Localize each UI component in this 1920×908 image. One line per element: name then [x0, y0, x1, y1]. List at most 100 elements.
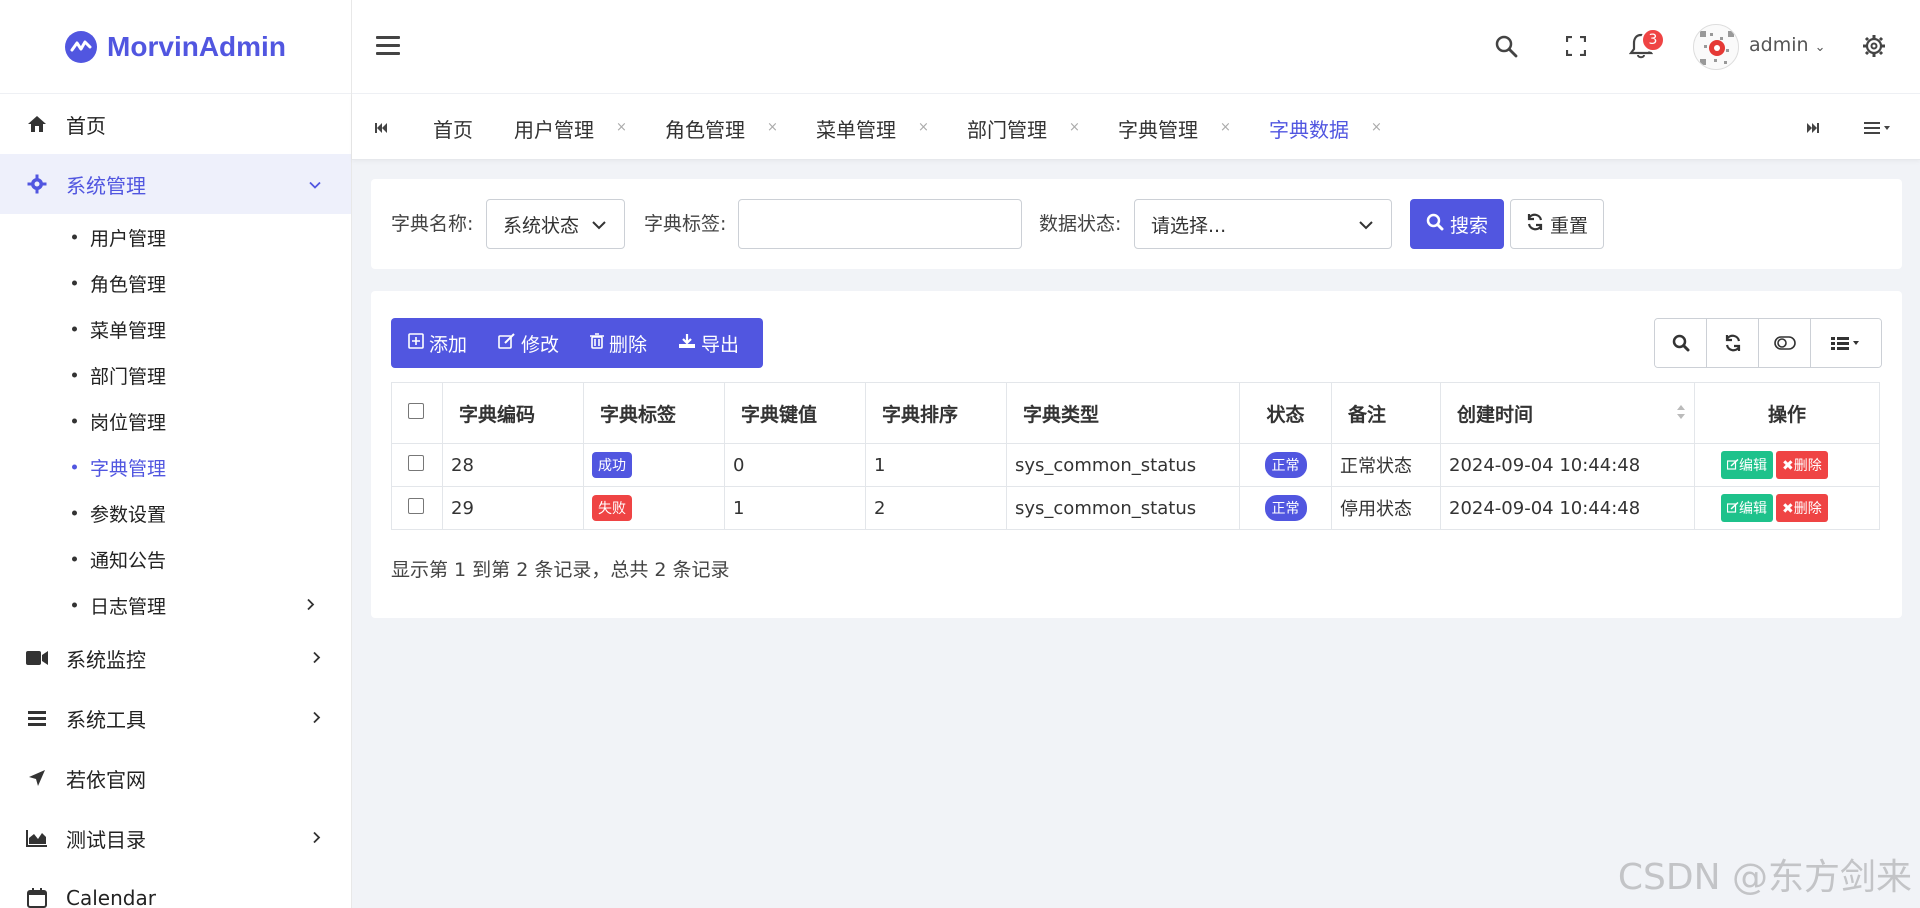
logo-icon — [65, 30, 98, 63]
sidebar-item-monitor[interactable]: 系统监控 — [0, 628, 351, 688]
tab-close-icon[interactable]: × — [1220, 120, 1231, 135]
dict-label-input[interactable] — [738, 199, 1022, 249]
table-row: 28 成功 0 1 sys_common_status 正常 正常状态 2024… — [391, 443, 1880, 487]
row-edit-button[interactable]: 编辑 — [1721, 494, 1773, 522]
plus-square-icon — [408, 332, 424, 354]
status-cell: 正常 — [1239, 443, 1332, 487]
row-delete-label: 删除 — [1793, 458, 1822, 474]
tab-dict-data[interactable]: 字典数据 — [1269, 114, 1349, 143]
sidebar-subitem-user[interactable]: 用户管理 — [0, 214, 351, 260]
export-button[interactable]: 导出 — [678, 330, 739, 357]
user-menu[interactable]: admin ⌄ — [1749, 34, 1826, 56]
tab-close-icon[interactable]: × — [918, 120, 929, 135]
sidebar-item-calendar[interactable]: Calendar — [0, 868, 351, 908]
sidebar-subitem-menu[interactable]: 菜单管理 — [0, 306, 351, 352]
tab-menu-dropdown-icon[interactable] — [1864, 116, 1896, 140]
chevron-right-icon — [313, 709, 321, 728]
search-icon[interactable] — [1492, 32, 1520, 60]
dict-name-select[interactable]: 系统状态 — [486, 199, 625, 249]
sidebar-item-test[interactable]: 测试目录 — [0, 808, 351, 868]
dict-label-tag: 失败 — [592, 495, 632, 521]
reset-button-label: 重置 — [1549, 214, 1588, 237]
trash-icon — [590, 332, 605, 354]
sidebar-subitem-dept[interactable]: 部门管理 — [0, 352, 351, 398]
actions-cell: 编辑 ✖删除 — [1694, 486, 1880, 530]
row-checkbox[interactable] — [408, 454, 424, 471]
tab-dict-management[interactable]: 字典管理 — [1118, 114, 1198, 143]
sidebar-subitem-role[interactable]: 角色管理 — [0, 260, 351, 306]
tab-menu-management[interactable]: 菜单管理 — [816, 114, 896, 143]
sidebar-subitem-log[interactable]: 日志管理 — [0, 582, 351, 628]
chevron-right-icon — [313, 649, 321, 668]
column-header[interactable]: 状态 — [1239, 382, 1332, 444]
tab-role-management[interactable]: 角色管理 — [665, 114, 745, 143]
tab-scroll-right-icon[interactable] — [1806, 116, 1820, 140]
row-select-cell — [391, 443, 443, 487]
column-header-created-time[interactable]: 创建时间 — [1440, 382, 1695, 444]
select-all-cell — [391, 382, 443, 444]
row-edit-button[interactable]: 编辑 — [1721, 451, 1773, 479]
tab-close-icon[interactable]: × — [616, 120, 627, 135]
tab-close-icon[interactable]: × — [1069, 120, 1080, 135]
sidebar-toggle-icon[interactable] — [376, 36, 400, 56]
table-row: 29 失败 1 2 sys_common_status 正常 停用状态 2024… — [391, 486, 1880, 530]
sidebar-subitem-config[interactable]: 参数设置 — [0, 490, 351, 536]
column-header[interactable]: 字典排序 — [865, 382, 1007, 444]
gear-icon — [26, 173, 48, 195]
system-submenu: 用户管理 角色管理 菜单管理 部门管理 岗位管理 字典管理 参数设置 通知公告 … — [0, 214, 351, 628]
status-badge: 正常 — [1264, 452, 1307, 478]
edit-icon — [1726, 501, 1739, 513]
sidebar-subitem-notice[interactable]: 通知公告 — [0, 536, 351, 582]
row-delete-button[interactable]: ✖删除 — [1776, 451, 1828, 479]
sidebar-item-tools[interactable]: 系统工具 — [0, 688, 351, 748]
close-icon: ✖ — [1782, 458, 1794, 474]
search-button[interactable]: 搜索 — [1410, 199, 1504, 249]
video-icon — [26, 647, 48, 669]
sidebar-subitem-post[interactable]: 岗位管理 — [0, 398, 351, 444]
add-button[interactable]: 添加 — [408, 330, 467, 357]
tab-close-icon[interactable]: × — [1371, 120, 1382, 135]
sidebar-subitem-dict[interactable]: 字典管理 — [0, 444, 351, 490]
delete-button[interactable]: 删除 — [590, 330, 647, 357]
tab-home[interactable]: 首页 — [433, 114, 473, 143]
sidebar-subitem-label: 日志管理 — [90, 595, 167, 618]
row-checkbox[interactable] — [408, 497, 424, 514]
sidebar-item-home[interactable]: 首页 — [0, 94, 351, 154]
column-header[interactable]: 字典编码 — [442, 382, 584, 444]
download-icon — [678, 332, 696, 354]
notification-badge: 3 — [1641, 28, 1665, 52]
refresh-icon — [1526, 213, 1544, 236]
row-delete-button[interactable]: ✖删除 — [1776, 494, 1828, 522]
search-form: 字典名称: 系统状态 字典标签: 数据状态: 请选择... 搜索 重置 — [371, 179, 1902, 269]
toggle-search-icon[interactable] — [1655, 319, 1707, 367]
sidebar-subitem-label: 通知公告 — [90, 549, 167, 572]
sidebar-item-website[interactable]: 若依官网 — [0, 748, 351, 808]
edit-icon — [498, 332, 516, 354]
tab-dept-management[interactable]: 部门管理 — [967, 114, 1047, 143]
tab-scroll-left-icon[interactable] — [374, 116, 388, 140]
column-header[interactable]: 字典键值 — [724, 382, 866, 444]
reset-button[interactable]: 重置 — [1510, 199, 1604, 249]
refresh-icon[interactable] — [1707, 319, 1759, 367]
column-header[interactable]: 字典类型 — [1006, 382, 1240, 444]
tab-close-icon[interactable]: × — [767, 120, 778, 135]
dict-sort-cell: 1 — [865, 443, 1007, 487]
sidebar-item-system-management[interactable]: 系统管理 — [0, 154, 351, 214]
toggle-view-icon[interactable] — [1759, 319, 1811, 367]
edit-button[interactable]: 修改 — [498, 330, 559, 357]
columns-dropdown-icon[interactable] — [1811, 319, 1881, 367]
watermark: CSDN @东方剑来 — [1617, 857, 1912, 898]
dict-code-cell: 28 — [442, 443, 584, 487]
status-select[interactable]: 请选择... — [1134, 199, 1392, 249]
avatar[interactable] — [1693, 24, 1739, 70]
dict-label-tag: 成功 — [592, 452, 632, 478]
settings-gear-icon[interactable] — [1860, 32, 1888, 60]
fullscreen-icon[interactable] — [1562, 32, 1590, 60]
select-all-checkbox[interactable] — [408, 403, 424, 419]
logo[interactable]: MorvinAdmin — [0, 0, 351, 94]
tab-user-management[interactable]: 用户管理 — [514, 114, 594, 143]
column-header[interactable]: 备注 — [1331, 382, 1441, 444]
toolbar: 添加 修改 删除 导出 — [391, 318, 763, 368]
row-select-cell — [391, 486, 443, 530]
column-header[interactable]: 字典标签 — [583, 382, 725, 444]
